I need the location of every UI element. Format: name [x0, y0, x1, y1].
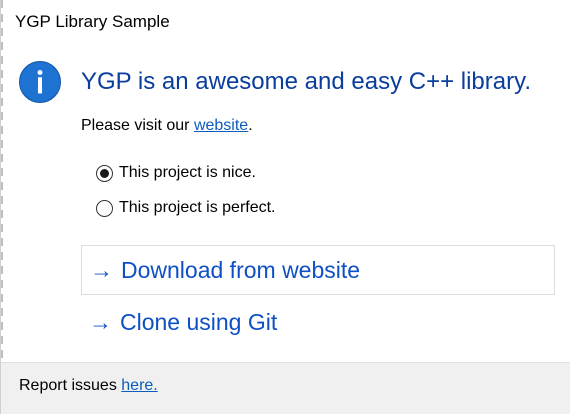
main-instruction: YGP is an awesome and easy C++ library.	[19, 61, 531, 103]
content-suffix: .	[248, 117, 253, 134]
window-title: YGP Library Sample	[15, 12, 170, 31]
download-command-label: Download from website	[121, 256, 361, 283]
report-issues-link[interactable]: here.	[121, 377, 157, 394]
download-command-link[interactable]: → Download from website	[81, 245, 555, 295]
website-link[interactable]: website	[194, 117, 248, 134]
arrow-right-icon: →	[89, 308, 112, 335]
radio-label-perfect: This project is perfect.	[119, 199, 276, 216]
title-bar: YGP Library Sample	[1, 0, 570, 46]
radio-label-nice: This project is nice.	[119, 164, 256, 181]
info-glyph-icon	[37, 70, 43, 94]
radio-selected-dot	[100, 168, 109, 178]
task-dialog-window: YGP Library Sample YGP is an awesome and…	[0, 0, 570, 414]
footer: Report issues here.	[1, 362, 570, 414]
radio-button-perfect[interactable]	[96, 199, 113, 217]
info-icon	[19, 61, 61, 103]
radio-button-nice[interactable]	[96, 164, 113, 182]
arrow-right-icon: →	[90, 256, 113, 283]
content-prefix: Please visit our	[81, 117, 194, 134]
main-instruction-text: YGP is an awesome and easy C++ library.	[81, 68, 531, 95]
radio-perfect[interactable]: This project is perfect.	[96, 199, 276, 217]
radio-nice[interactable]: This project is nice.	[96, 164, 256, 182]
footer-prefix: Report issues	[19, 377, 122, 394]
content-text: Please visit our website.	[81, 117, 253, 135]
window-edge	[1, 0, 3, 414]
clone-command-label: Clone using Git	[120, 308, 278, 335]
clone-command-link[interactable]: → Clone using Git	[81, 297, 555, 347]
